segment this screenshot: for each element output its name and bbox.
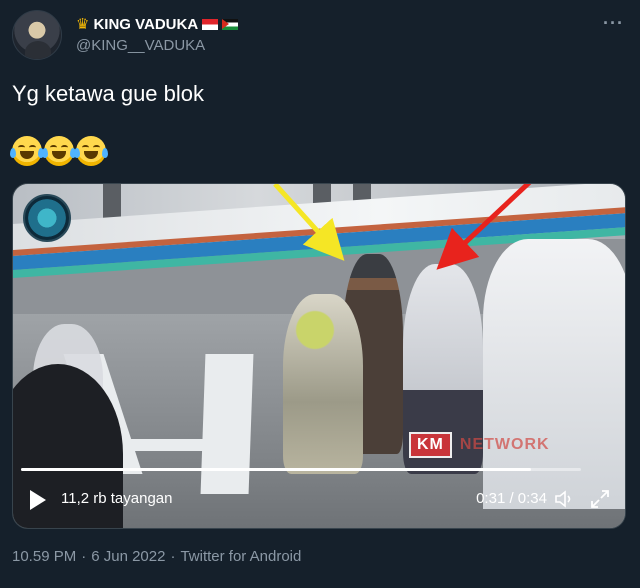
tweet-date[interactable]: 6 Jun 2022	[91, 548, 165, 565]
user-info: ♛ KING VADUKA @KING__VADUKA	[76, 14, 239, 54]
video-progress-bar[interactable]	[21, 468, 581, 471]
tears-of-joy-emoji-icon	[10, 136, 44, 166]
tweet-text: Yg ketawa gue blok	[12, 81, 205, 106]
view-count: 11,2 rb tayangan	[61, 490, 173, 507]
emoji-row	[10, 136, 108, 166]
tears-of-joy-emoji-icon	[74, 136, 108, 166]
display-name[interactable]: KING VADUKA	[93, 16, 198, 33]
tweet-footer: 10.59 PM · 6 Jun 2022 · Twitter for Andr…	[12, 548, 301, 565]
crown-icon: ♛	[76, 15, 90, 33]
yellow-arrow-icon	[273, 184, 345, 261]
avatar[interactable]	[12, 10, 62, 60]
volume-muted-icon[interactable]	[553, 488, 575, 510]
fullscreen-icon[interactable]	[589, 488, 611, 510]
video-progress-fill	[21, 468, 531, 471]
tweet-header: ♛ KING VADUKA @KING__VADUKA ···	[12, 10, 628, 60]
user-handle[interactable]: @KING__VADUKA	[76, 37, 238, 54]
video-time: 0:31 / 0:34	[476, 490, 547, 507]
display-name-row[interactable]: ♛ KING VADUKA	[76, 14, 239, 34]
tweet-time[interactable]: 10.59 PM	[12, 548, 76, 565]
play-icon[interactable]	[27, 488, 51, 512]
indonesia-flag-icon	[202, 18, 219, 30]
tears-of-joy-emoji-icon	[42, 136, 76, 166]
video-player[interactable]: KM NETWORK 11,2 rb tayangan 0:31 / 0:34	[12, 183, 626, 529]
video-controls: 11,2 rb tayangan 0:31 / 0:34	[13, 476, 625, 528]
palestine-flag-icon	[222, 18, 239, 30]
tweet-source[interactable]: Twitter for Android	[180, 548, 301, 565]
red-arrow-icon	[436, 184, 532, 270]
separator-dot: ·	[81, 548, 87, 565]
separator-dot: ·	[170, 548, 176, 565]
more-options-icon[interactable]: ···	[603, 14, 624, 32]
